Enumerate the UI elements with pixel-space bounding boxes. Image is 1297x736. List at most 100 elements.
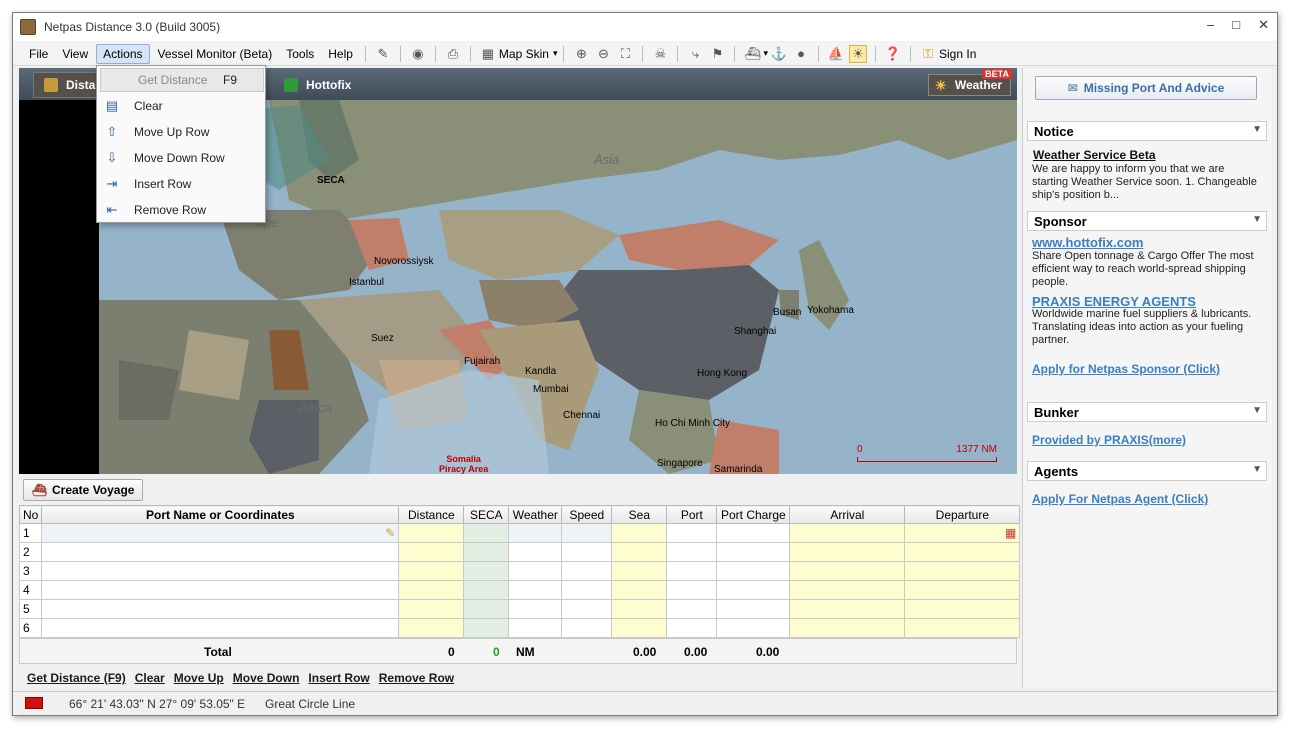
table-row[interactable]: 2	[18, 542, 1021, 562]
port-label[interactable]: Fujairah	[464, 356, 500, 367]
menu-file[interactable]: File	[23, 45, 54, 63]
col-sea[interactable]: Sea	[611, 505, 668, 524]
port-cell[interactable]	[41, 561, 400, 581]
pirate-icon[interactable]: ☠	[651, 45, 669, 63]
col-weather[interactable]: Weather	[508, 505, 563, 524]
menu-item-clear[interactable]: ▤ Clear	[97, 94, 265, 118]
route-icon[interactable]: ⤷	[686, 45, 704, 63]
menu-item-insert-row[interactable]: ⇥ Insert Row	[97, 172, 265, 196]
table-row[interactable]: 3	[18, 561, 1021, 581]
port-label[interactable]: Hong Kong	[697, 368, 747, 379]
bunker-link[interactable]: Provided by PRAXIS(more)	[1032, 433, 1186, 447]
fuel-drop-icon[interactable]: ●	[792, 45, 810, 63]
port-label[interactable]: Ho Chi Minh City	[655, 418, 730, 429]
port-days-cell[interactable]	[666, 561, 718, 581]
port-cell[interactable]: ✎	[41, 523, 400, 543]
col-seca[interactable]: SECA	[463, 505, 510, 524]
port-days-cell[interactable]	[666, 599, 718, 619]
tab-hottofix[interactable]: Hottofix	[274, 72, 361, 98]
sea-cell[interactable]	[611, 561, 668, 581]
move-up-link[interactable]: Move Up	[174, 671, 224, 685]
sponsor-header[interactable]: Sponsor ▼	[1027, 211, 1267, 231]
weather-cell[interactable]	[508, 523, 563, 543]
missing-port-button[interactable]: ✉ Missing Port And Advice	[1035, 76, 1257, 100]
close-button[interactable]: ✕	[1258, 17, 1269, 33]
seca-cell[interactable]	[463, 561, 510, 581]
col-arrival[interactable]: Arrival	[789, 505, 906, 524]
charge-cell[interactable]	[716, 542, 791, 562]
charge-cell[interactable]	[716, 599, 791, 619]
menu-actions[interactable]: Actions	[96, 43, 150, 64]
departure-cell[interactable]	[904, 618, 1021, 638]
menu-item-remove-row[interactable]: ⇤ Remove Row	[97, 198, 265, 222]
arrival-cell[interactable]	[789, 618, 906, 638]
arrival-cell[interactable]	[789, 542, 906, 562]
arrival-cell[interactable]	[789, 523, 906, 543]
sponsor-link-hottofix[interactable]: www.hottofix.com	[1032, 235, 1143, 250]
distance-cell[interactable]	[398, 580, 465, 600]
print-icon[interactable]: ⎙	[444, 45, 462, 63]
charge-cell[interactable]	[716, 580, 791, 600]
speed-cell[interactable]	[561, 618, 613, 638]
sea-cell[interactable]	[611, 599, 668, 619]
weather-cell[interactable]	[508, 580, 563, 600]
bunker-header[interactable]: Bunker ▼	[1027, 402, 1267, 422]
port-cell[interactable]	[41, 580, 400, 600]
port-days-cell[interactable]	[666, 542, 718, 562]
charge-cell[interactable]	[716, 561, 791, 581]
port-label[interactable]: Mumbai	[533, 384, 569, 395]
distance-cell[interactable]	[398, 542, 465, 562]
notice-title[interactable]: Weather Service Beta	[1033, 148, 1156, 162]
menu-view[interactable]: View	[56, 45, 94, 63]
departure-cell[interactable]	[904, 561, 1021, 581]
sponsor-link-praxis[interactable]: PRAXIS ENERGY AGENTS	[1032, 294, 1196, 309]
seca-cell[interactable]	[463, 580, 510, 600]
maximize-button[interactable]: □	[1232, 17, 1240, 33]
sea-cell[interactable]	[611, 542, 668, 562]
col-port[interactable]: Port Name or Coordinates	[41, 505, 400, 524]
sign-in-button[interactable]: Sign In	[939, 47, 976, 61]
vessel-icon[interactable]: ⛵	[827, 45, 845, 63]
col-port-charge[interactable]: Port Charge	[716, 505, 791, 524]
map-skin-icon[interactable]: ▦	[479, 45, 497, 63]
arrival-cell[interactable]	[789, 599, 906, 619]
calendar-icon[interactable]: ▦	[1005, 526, 1016, 540]
camera-icon[interactable]: ◉	[409, 45, 427, 63]
move-down-link[interactable]: Move Down	[233, 671, 300, 685]
chevron-down-icon[interactable]: ▼	[1252, 214, 1262, 225]
departure-cell[interactable]	[904, 542, 1021, 562]
menu-vessel-monitor[interactable]: Vessel Monitor (Beta)	[152, 45, 279, 63]
zoom-out-icon[interactable]: ⊖	[594, 45, 612, 63]
seca-cell[interactable]	[463, 618, 510, 638]
insert-row-link[interactable]: Insert Row	[308, 671, 369, 685]
weather-cell[interactable]	[508, 618, 563, 638]
port-label[interactable]: Kandla	[525, 366, 556, 377]
port-label[interactable]: Yokohama	[807, 305, 854, 316]
distance-cell[interactable]	[398, 599, 465, 619]
col-speed[interactable]: Speed	[561, 505, 613, 524]
port-label[interactable]: Suez	[371, 333, 394, 344]
chevron-down-icon[interactable]: ▼	[1252, 464, 1262, 475]
note-icon[interactable]: ✎	[374, 45, 392, 63]
zoom-in-icon[interactable]: ⊕	[572, 45, 590, 63]
table-row[interactable]: 6	[18, 618, 1021, 638]
weather-button[interactable]: ☀ Weather BETA	[927, 69, 1012, 96]
notice-header[interactable]: Notice ▼	[1027, 121, 1267, 141]
port-label[interactable]: Istanbul	[349, 277, 384, 288]
col-departure[interactable]: Departure	[904, 505, 1021, 524]
seca-cell[interactable]	[463, 523, 510, 543]
sea-cell[interactable]	[611, 523, 668, 543]
departure-cell[interactable]: ▦	[904, 523, 1021, 543]
port-label[interactable]: Shanghai	[734, 326, 776, 337]
port-label[interactable]: Samarinda	[714, 464, 762, 474]
sea-cell[interactable]	[611, 580, 668, 600]
speed-cell[interactable]	[561, 561, 613, 581]
arrival-cell[interactable]	[789, 580, 906, 600]
col-port-days[interactable]: Port	[666, 505, 718, 524]
weather-cell[interactable]	[508, 599, 563, 619]
speed-cell[interactable]	[561, 580, 613, 600]
agents-header[interactable]: Agents ▼	[1027, 461, 1267, 481]
minimize-button[interactable]: –	[1207, 17, 1214, 33]
port-label[interactable]: Singapore	[657, 458, 703, 469]
menu-item-get-distance[interactable]: Get Distance F9	[100, 68, 264, 92]
